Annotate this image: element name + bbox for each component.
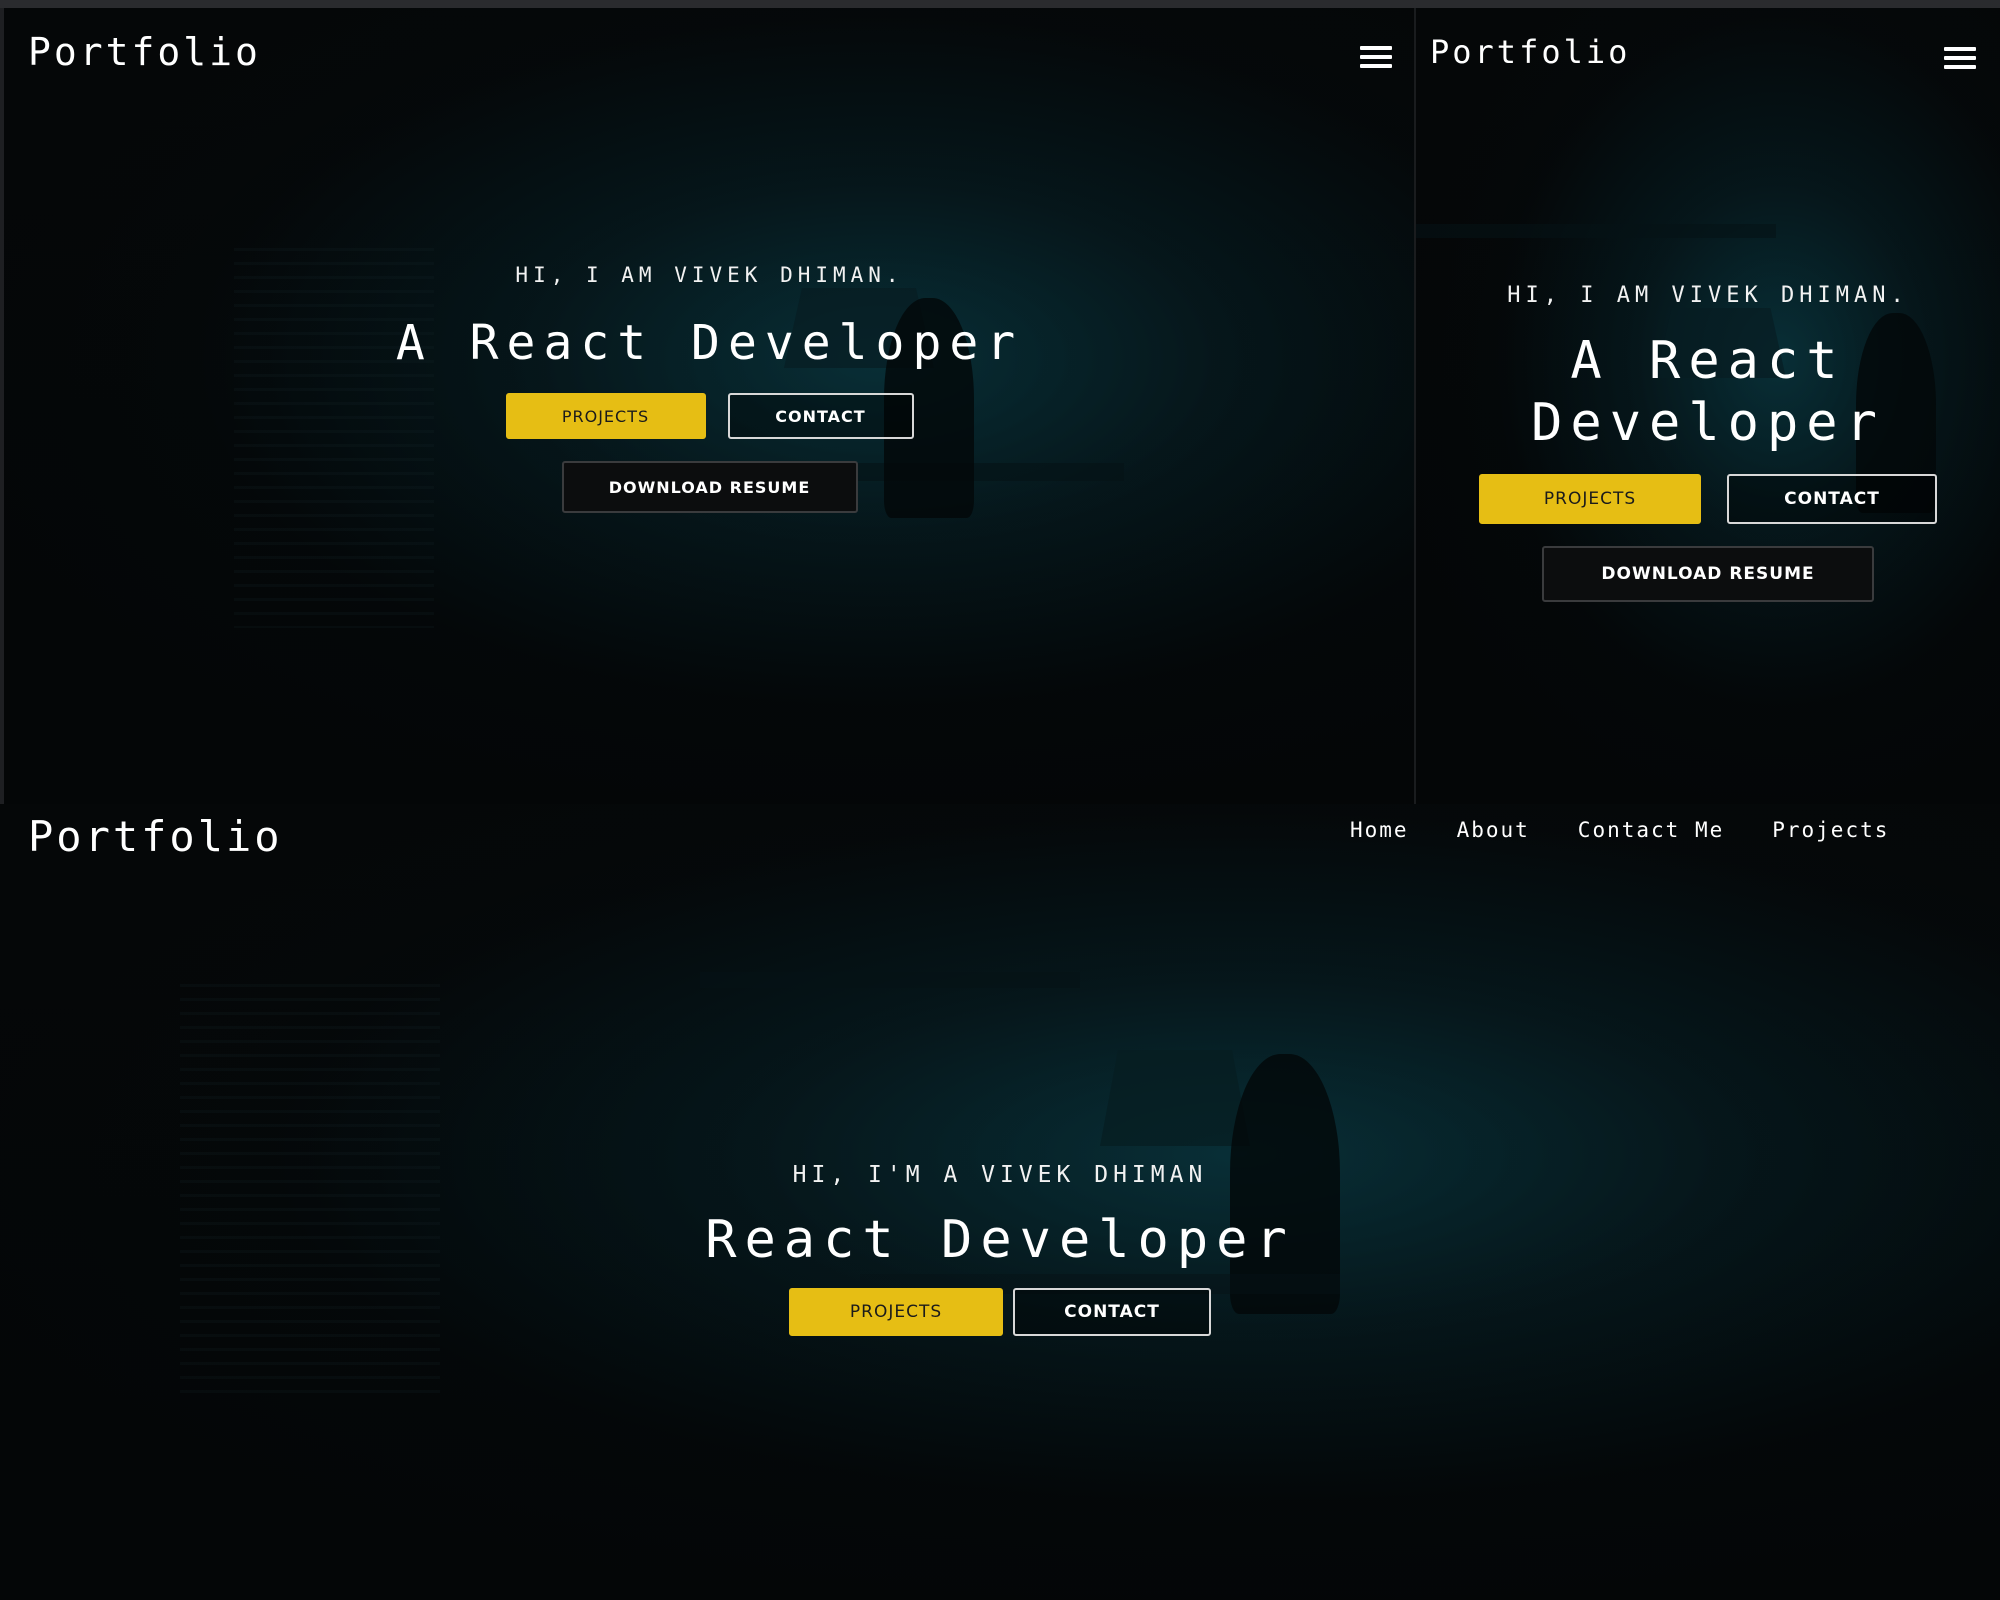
download-resume-button[interactable]: DOWNLOAD RESUME	[561, 461, 858, 513]
hero-headline-line1: A React	[1570, 331, 1846, 391]
background-desk	[1416, 224, 1776, 238]
projects-button[interactable]: PROJECTS	[1479, 474, 1701, 524]
contact-button[interactable]: CONTACT	[1727, 474, 1937, 524]
hero-button-row: PROJECTS CONTACT	[1416, 474, 2000, 524]
desktop-view-panel: Portfolio Home About Contact Me Projects…	[0, 804, 2000, 1600]
hero-resume-row: DOWNLOAD RESUME	[4, 461, 1415, 513]
logo[interactable]: Portfolio	[1430, 33, 1630, 71]
mobile-view-panel: Portfolio HI, I AM VIVEK DHIMAN. A React…	[1416, 8, 2000, 804]
main-nav: Home About Contact Me Projects	[1350, 818, 1889, 842]
contact-button[interactable]: CONTACT	[1013, 1288, 1211, 1336]
hero-headline: A React Developer	[395, 315, 1024, 371]
hero-headline: React Developer	[705, 1210, 1295, 1270]
logo[interactable]: Portfolio	[28, 30, 261, 74]
hero-section: HI, I AM VIVEK DHIMAN. A React Developer…	[1416, 283, 2000, 602]
hero-button-row: PROJECTS CONTACT	[4, 393, 1415, 439]
hero-headline-line2: Developer	[1531, 393, 1885, 453]
projects-button[interactable]: PROJECTS	[789, 1288, 1003, 1336]
background-desk	[700, 972, 1080, 988]
tablet-view-panel: Portfolio HI, I AM VIVEK DHIMAN. A React…	[4, 8, 1415, 804]
hero-greeting: HI, I AM VIVEK DHIMAN.	[1507, 283, 1909, 308]
nav-link-contact-me[interactable]: Contact Me	[1578, 818, 1724, 842]
hero-resume-row: DOWNLOAD RESUME	[1416, 546, 2000, 602]
projects-button[interactable]: PROJECTS	[505, 393, 706, 439]
hamburger-menu-icon[interactable]	[1360, 46, 1392, 70]
download-resume-button[interactable]: DOWNLOAD RESUME	[1542, 546, 1874, 602]
hamburger-menu-icon[interactable]	[1944, 47, 1976, 71]
nav-link-home[interactable]: Home	[1350, 818, 1409, 842]
contact-button[interactable]: CONTACT	[727, 393, 914, 439]
window-top-bar	[0, 0, 2000, 8]
background-lamp	[1100, 1050, 1250, 1146]
logo[interactable]: Portfolio	[28, 812, 283, 861]
hero-section: HI, I AM VIVEK DHIMAN. A React Developer…	[4, 263, 1415, 513]
nav-link-projects[interactable]: Projects	[1772, 818, 1889, 842]
hero-greeting: HI, I'M A VIVEK DHIMAN	[792, 1162, 1208, 1188]
hero-section: HI, I'M A VIVEK DHIMAN React Developer P…	[0, 1162, 2000, 1336]
hero-button-row: PROJECTS CONTACT	[0, 1288, 2000, 1336]
nav-link-about[interactable]: About	[1457, 818, 1530, 842]
hero-greeting: HI, I AM VIVEK DHIMAN.	[515, 263, 904, 287]
